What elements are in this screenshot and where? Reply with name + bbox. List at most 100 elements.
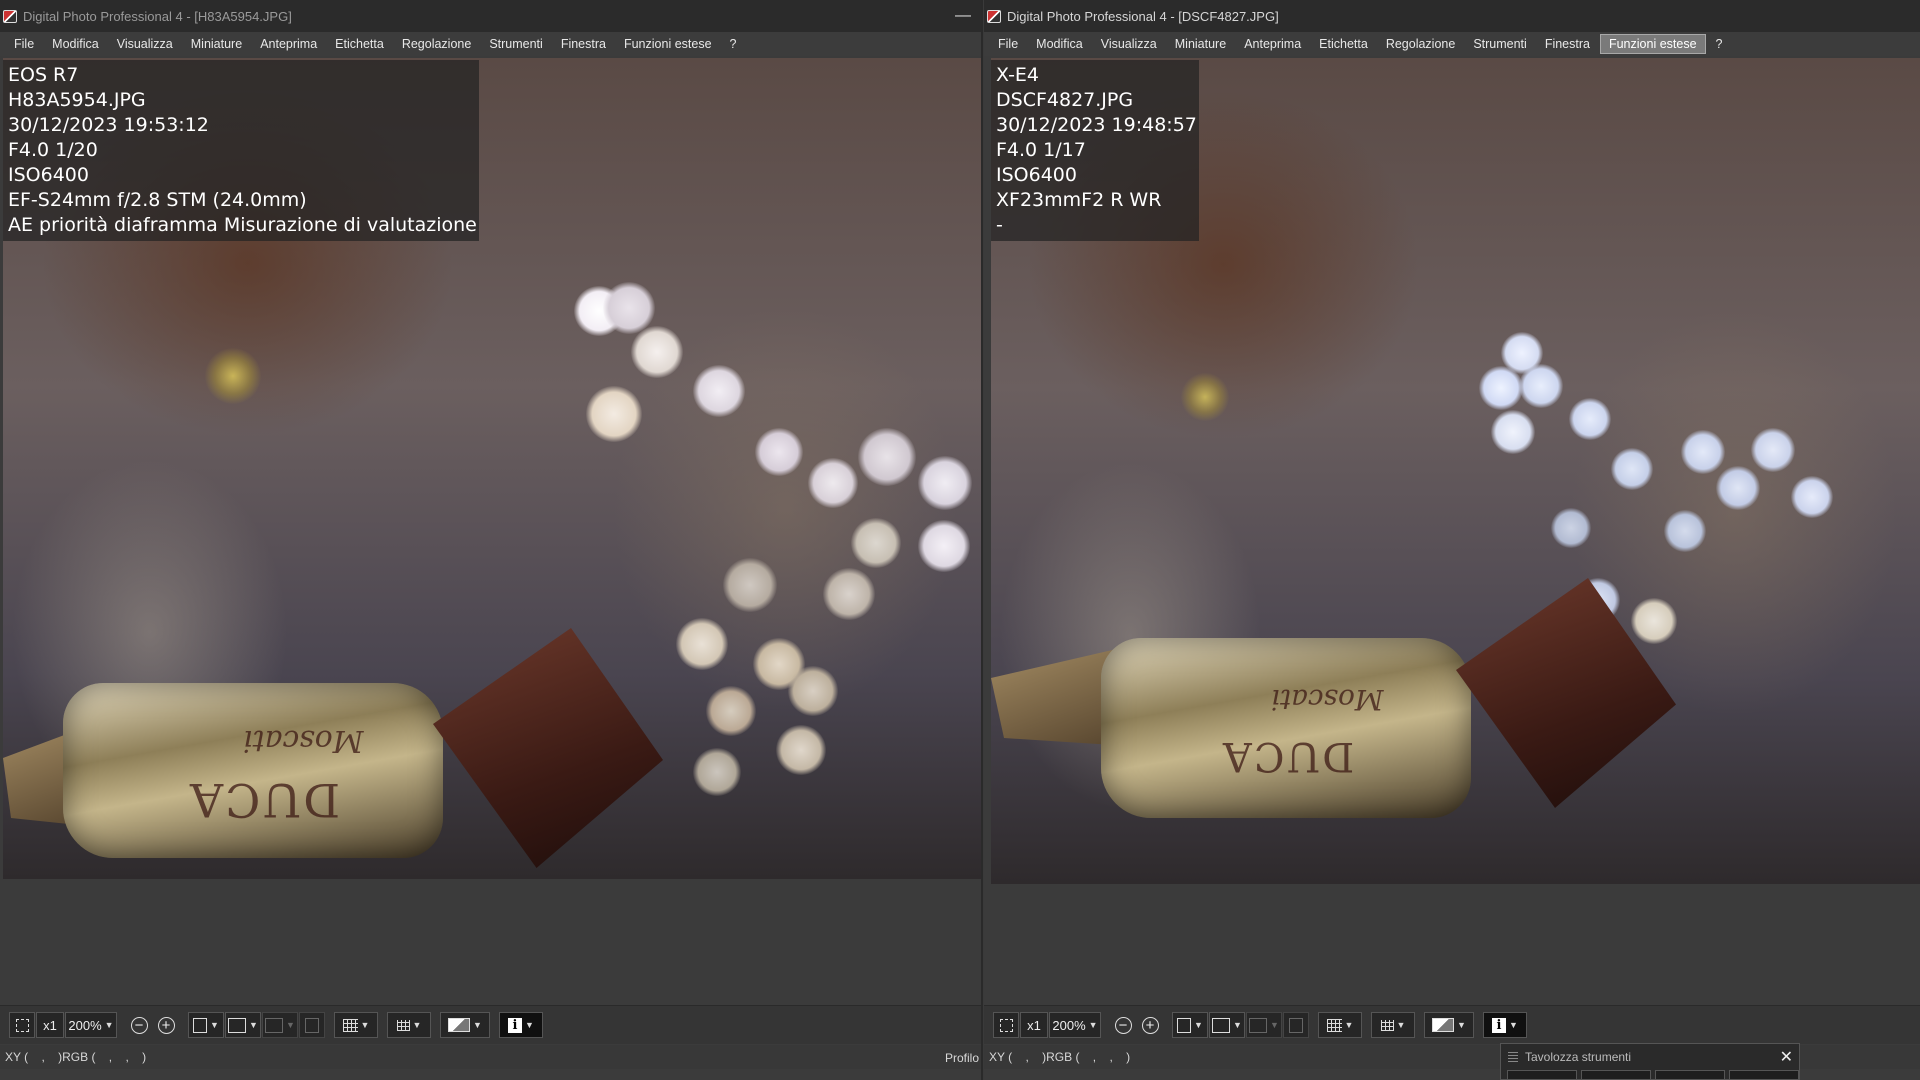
menu-miniature[interactable]: Miniature [183, 34, 250, 54]
bokeh-highlight [693, 748, 741, 796]
split-view-icon [228, 1017, 247, 1033]
zoom-in-button[interactable]: + [1137, 1012, 1163, 1038]
chevron-down-icon: ▼ [1233, 1020, 1242, 1030]
split-compare-button[interactable]: ▼ [1246, 1012, 1282, 1038]
chevron-down-icon: ▼ [1457, 1020, 1466, 1030]
tool-palette[interactable]: Tavolozza strumenti ✕ [1500, 1043, 1800, 1080]
grid-icon [1326, 1018, 1342, 1032]
zoom-100-label: x1 [1027, 1017, 1041, 1033]
zoom-out-icon: − [1114, 1016, 1132, 1034]
zoom-value: 200% [1052, 1017, 1086, 1033]
tool-palette-title: Tavolozza strumenti [1525, 1050, 1632, 1064]
info-lens: EF-S24mm f/2.8 STM (24.0mm) [8, 189, 307, 211]
bokeh-highlight [1181, 373, 1229, 421]
menu-etichetta[interactable]: Etichetta [1311, 34, 1376, 54]
info-exposure: F4.0 1/20 [8, 139, 98, 161]
chevron-down-icon: ▼ [1194, 1020, 1203, 1030]
chevron-down-icon: ▼ [210, 1020, 219, 1030]
zoom-in-button[interactable]: + [153, 1012, 179, 1038]
menu-strumenti[interactable]: Strumenti [481, 34, 551, 54]
menu-modifica[interactable]: Modifica [1028, 34, 1091, 54]
tool-palette-tab[interactable] [1655, 1070, 1725, 1079]
bokeh-highlight [1519, 364, 1563, 408]
app-icon [3, 9, 17, 23]
menu-funzioni-estese[interactable]: Funzioni estese [1599, 34, 1706, 54]
fit-window-button[interactable] [9, 1012, 35, 1038]
menu-anteprima[interactable]: Anteprima [1236, 34, 1309, 54]
menu-etichetta[interactable]: Etichetta [327, 34, 392, 54]
tool-palette-tab[interactable] [1581, 1070, 1651, 1079]
grid-button[interactable]: ▼ [334, 1012, 378, 1038]
fit-window-icon [999, 1018, 1013, 1032]
bokeh-highlight [205, 348, 261, 404]
info-exposure: F4.0 1/17 [996, 139, 1086, 161]
pixel-readout: XY ( , )RGB ( , , ) [5, 1050, 147, 1064]
sync-button[interactable] [1283, 1012, 1309, 1038]
menu-regolazione[interactable]: Regolazione [394, 34, 480, 54]
pixel-readout: XY ( , )RGB ( , , ) [989, 1050, 1131, 1064]
bokeh-highlight [1681, 430, 1725, 474]
af-points-display-button[interactable]: ▼ [1371, 1012, 1415, 1038]
fit-window-button[interactable] [993, 1012, 1019, 1038]
chevron-down-icon: ▼ [525, 1020, 534, 1030]
highlight-warning-button[interactable]: ▼ [1424, 1012, 1474, 1038]
chevron-down-icon: ▼ [360, 1020, 370, 1030]
minimize-button[interactable]: — [955, 8, 971, 24]
chevron-down-icon: ▼ [104, 1020, 114, 1030]
menu-finestra[interactable]: Finestra [1537, 34, 1598, 54]
af-point-button[interactable]: ▼ [1172, 1012, 1208, 1038]
menu-funzioni-estese[interactable]: Funzioni estese [616, 34, 720, 54]
menu-visualizza[interactable]: Visualizza [1093, 34, 1165, 54]
info-file: H83A5954.JPG [8, 89, 146, 111]
zoom-out-button[interactable]: − [126, 1012, 152, 1038]
menu-finestra[interactable]: Finestra [553, 34, 614, 54]
left-editor-window: Digital Photo Professional 4 - [H83A5954… [0, 0, 983, 1080]
af-frame-icon [1177, 1017, 1192, 1033]
info-display-button[interactable]: i ▼ [1483, 1012, 1527, 1038]
bokeh-highlight [723, 558, 777, 612]
bokeh-highlight [808, 458, 858, 508]
tool-palette-titlebar[interactable]: Tavolozza strumenti ✕ [1501, 1044, 1799, 1070]
zoom-100-label: x1 [43, 1017, 57, 1033]
menu-regolazione[interactable]: Regolazione [1378, 34, 1464, 54]
menu-help[interactable]: ? [722, 34, 745, 54]
highlight-warning-button[interactable]: ▼ [440, 1012, 490, 1038]
split-compare-button[interactable]: ▼ [262, 1012, 298, 1038]
bokeh-highlight [631, 326, 683, 378]
profile-label: Profilo [944, 1051, 979, 1065]
tool-palette-tab[interactable] [1729, 1070, 1799, 1079]
compare-layout-button[interactable]: ▼ [225, 1012, 261, 1038]
grid-button[interactable]: ▼ [1318, 1012, 1362, 1038]
window-title: Digital Photo Professional 4 - [H83A5954… [23, 8, 292, 24]
af-points-display-button[interactable]: ▼ [387, 1012, 431, 1038]
zoom-select[interactable]: 200% ▼ [1049, 1012, 1101, 1038]
info-mode: - [996, 214, 1003, 236]
zoom-100-button[interactable]: x1 [36, 1012, 64, 1038]
sync-button[interactable] [299, 1012, 325, 1038]
drag-handle-icon[interactable] [1508, 1052, 1518, 1062]
compare-layout-button[interactable]: ▼ [1209, 1012, 1245, 1038]
menu-anteprima[interactable]: Anteprima [252, 34, 325, 54]
menu-miniature[interactable]: Miniature [1167, 34, 1234, 54]
af-points-icon [396, 1019, 410, 1031]
chevron-down-icon: ▼ [412, 1020, 422, 1030]
close-icon[interactable]: ✕ [1780, 1047, 1793, 1067]
tool-palette-tab[interactable] [1507, 1070, 1577, 1079]
zoom-select[interactable]: 200% ▼ [65, 1012, 117, 1038]
info-file: DSCF4827.JPG [996, 89, 1134, 111]
menu-file[interactable]: File [990, 34, 1026, 54]
zoom-100-button[interactable]: x1 [1020, 1012, 1048, 1038]
info-display-button[interactable]: i ▼ [499, 1012, 543, 1038]
chevron-down-icon: ▼ [473, 1020, 482, 1030]
menu-visualizza[interactable]: Visualizza [109, 34, 181, 54]
zoom-out-button[interactable]: − [1110, 1012, 1136, 1038]
highlight-shadow-icon [448, 1018, 471, 1032]
chevron-down-icon: ▼ [1396, 1020, 1406, 1030]
info-mode: AE priorità diaframma Misurazione di val… [8, 214, 477, 236]
menu-strumenti[interactable]: Strumenti [1465, 34, 1535, 54]
bokeh-highlight [1551, 508, 1591, 548]
menu-help[interactable]: ? [1708, 34, 1731, 54]
menu-modifica[interactable]: Modifica [44, 34, 107, 54]
af-point-button[interactable]: ▼ [188, 1012, 224, 1038]
menu-file[interactable]: File [6, 34, 42, 54]
